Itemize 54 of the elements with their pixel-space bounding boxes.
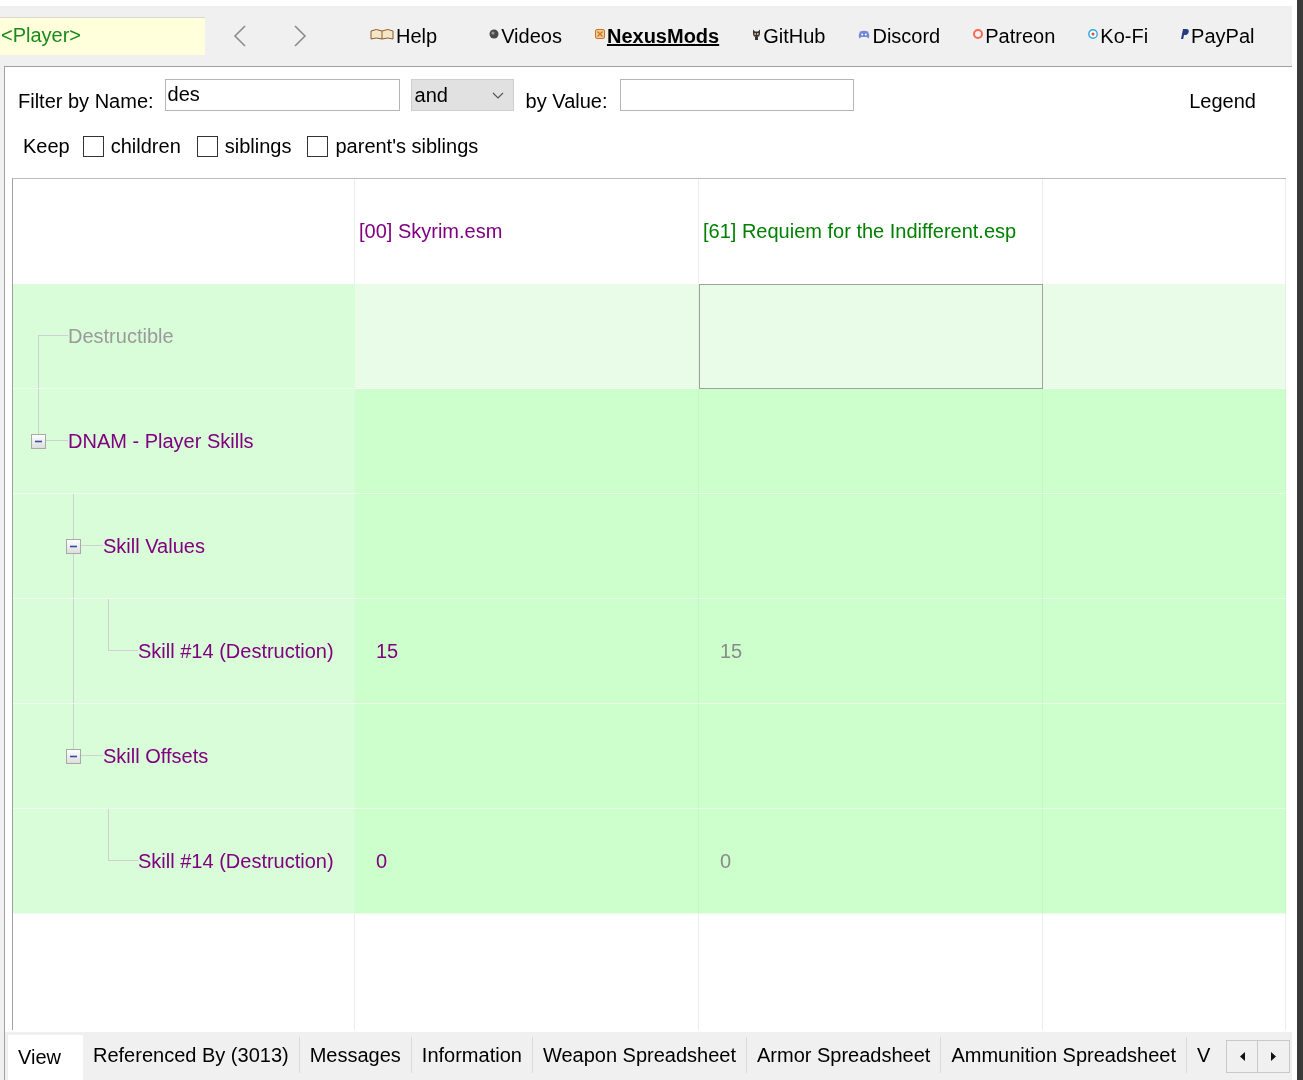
checkbox[interactable] <box>82 136 104 157</box>
tree-label[interactable]: DNAM - Player Skills <box>68 429 254 453</box>
tree-connector <box>108 809 138 861</box>
header-link[interactable]: Help <box>370 24 438 48</box>
scroll-right-button[interactable] <box>1258 1040 1290 1073</box>
checkbox-label[interactable]: children <box>110 135 181 158</box>
ring-dot-icon <box>1088 29 1099 39</box>
checkbox-label[interactable]: siblings <box>224 135 292 158</box>
checkbox[interactable] <box>307 136 329 157</box>
scroll-left-button[interactable] <box>1226 1040 1258 1073</box>
filter-value-label: by Value: <box>525 90 608 113</box>
legend-button[interactable]: Legend <box>1189 90 1256 113</box>
header-link[interactable]: Videos <box>489 24 562 48</box>
table-cell: 15 <box>699 599 1043 704</box>
checkbox[interactable] <box>196 136 218 157</box>
tree-label[interactable]: Skill Offsets <box>103 744 209 768</box>
filter-name-label: Filter by Name: <box>18 90 154 113</box>
header-link[interactable]: Ko-Fi <box>1088 24 1149 48</box>
tree-connector <box>108 599 138 651</box>
header-link[interactable]: Discord <box>858 24 941 48</box>
collapse-icon[interactable] <box>31 434 46 449</box>
chevron-left-icon <box>233 24 247 48</box>
table-cell: 0 <box>699 809 1043 914</box>
disc-icon <box>489 29 500 39</box>
back-button[interactable] <box>233 24 247 48</box>
header-link[interactable]: Patreon <box>973 24 1056 48</box>
cat-icon <box>752 28 762 40</box>
tab[interactable]: View <box>8 1035 83 1080</box>
gamepad-icon <box>858 29 871 39</box>
tree-label[interactable]: Skill #14 (Destruction) <box>138 639 334 663</box>
keep-label: Keep <box>23 135 70 158</box>
operator-dropdown[interactable]: and <box>410 79 514 111</box>
name-filter-field[interactable]: des <box>164 79 400 111</box>
book-icon <box>370 28 394 40</box>
collapse-icon[interactable] <box>66 539 81 554</box>
record-name-field[interactable]: <Player> <box>0 17 205 55</box>
header-link[interactable]: NexusMods <box>594 24 720 48</box>
tile-icon <box>594 29 605 39</box>
tree-label[interactable]: Skill #14 (Destruction) <box>138 849 334 873</box>
triangle-left-icon <box>1239 1052 1245 1061</box>
table-cell: 0 <box>355 809 699 914</box>
ring-icon <box>973 29 984 39</box>
tree-label[interactable]: Skill Values <box>103 534 205 558</box>
header-link[interactable]: GitHub <box>752 24 826 48</box>
chevron-right-icon <box>293 24 307 48</box>
p-mark-icon <box>1181 29 1190 39</box>
value-filter-field[interactable] <box>619 79 854 111</box>
collapse-icon[interactable] <box>66 749 81 764</box>
forward-button[interactable] <box>293 24 307 48</box>
chevron-down-icon <box>491 91 504 99</box>
triangle-right-icon <box>1271 1052 1276 1061</box>
header-link[interactable]: PayPal <box>1181 24 1255 48</box>
table-cell: 15 <box>355 599 699 704</box>
checkbox-label[interactable]: parent's siblings <box>335 135 479 158</box>
